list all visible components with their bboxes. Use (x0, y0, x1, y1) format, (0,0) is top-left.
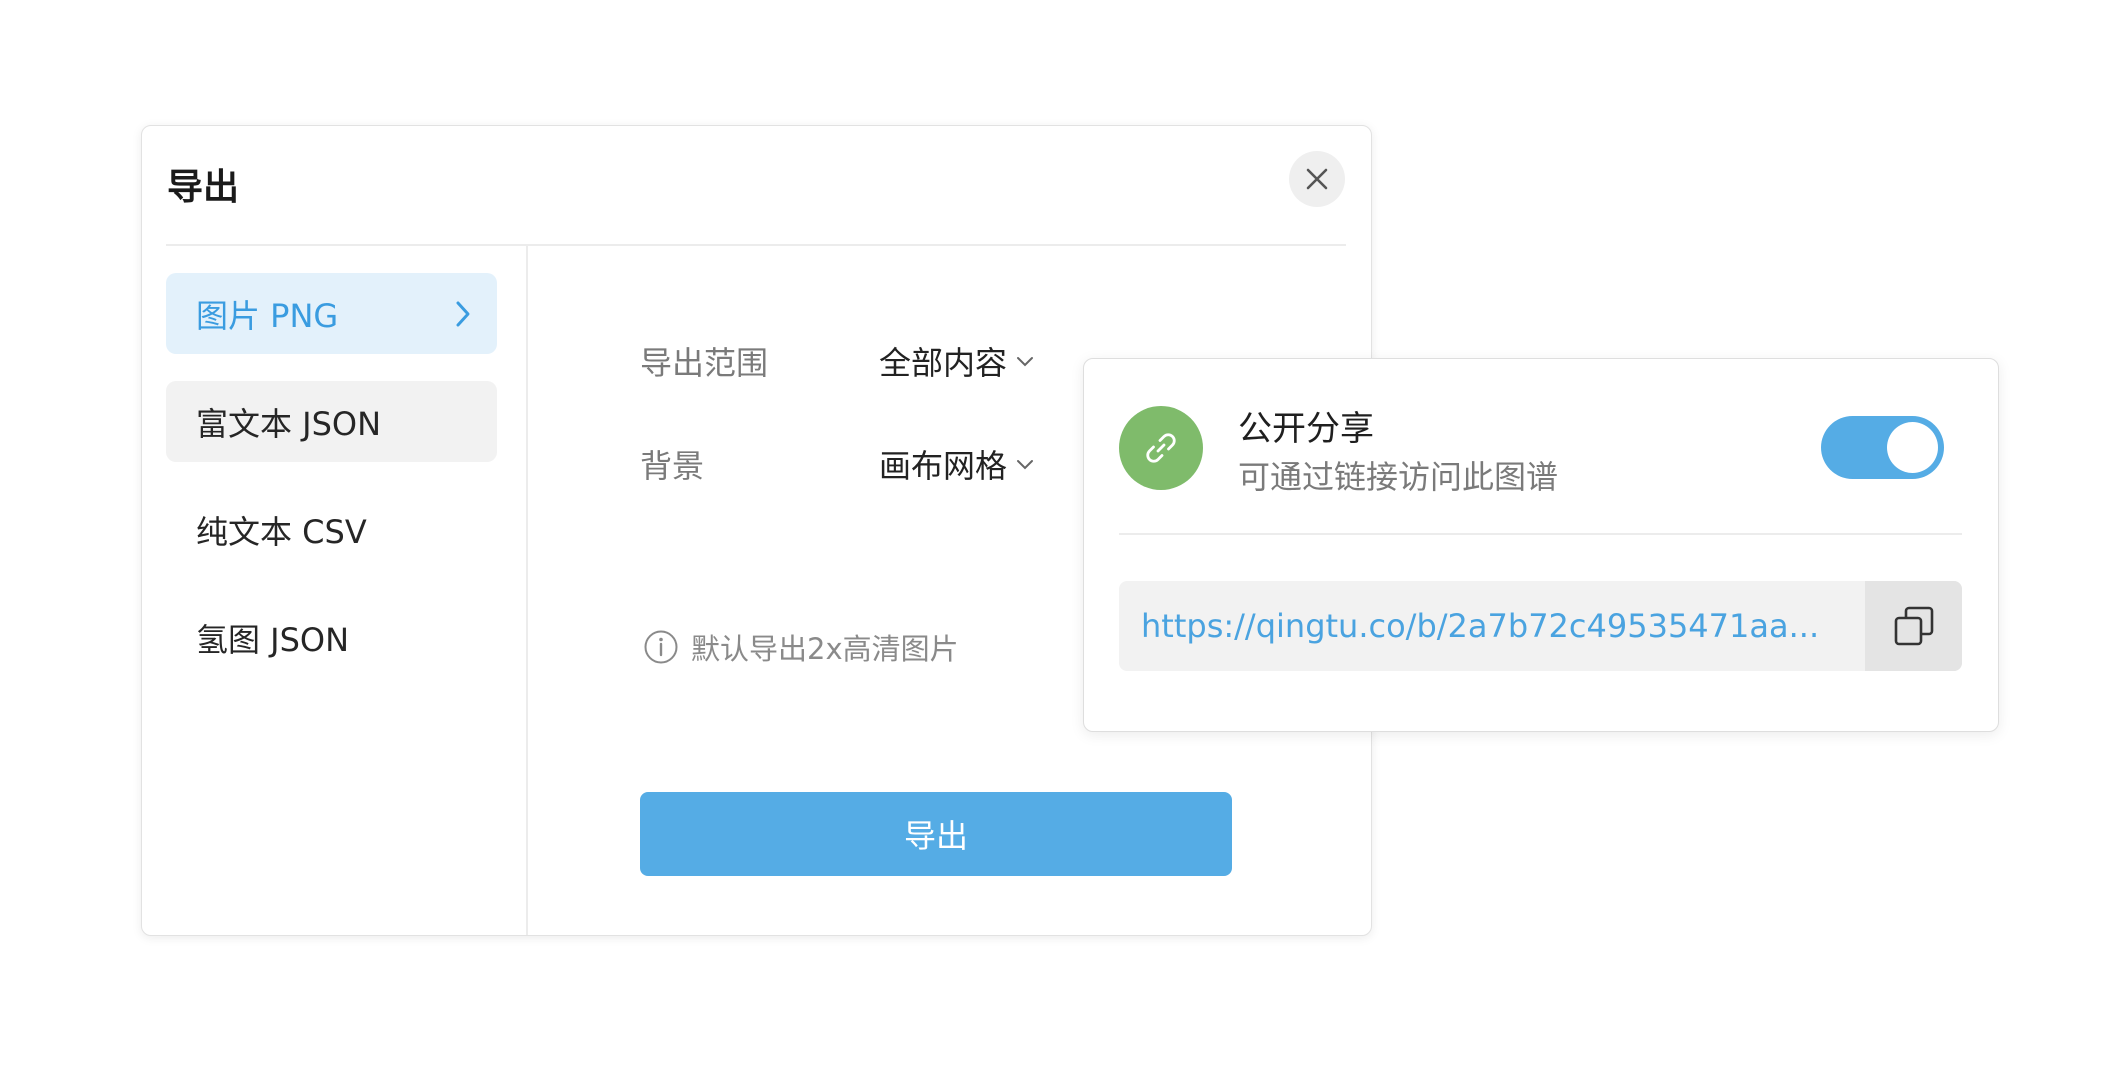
header-divider (166, 244, 1346, 246)
format-item-rich-json[interactable]: 富文本 JSON (166, 381, 497, 462)
public-share-toggle[interactable] (1821, 416, 1944, 479)
share-description: 可通过链接访问此图谱 (1238, 458, 1559, 496)
link-icon (1146, 433, 1176, 463)
export-button[interactable]: 导出 (640, 792, 1232, 876)
stage: 导出 图片 PNG 富文本 JSON 纯文本 CSV 氢图 JSON 导出范围 … (0, 0, 2101, 1084)
dialog-title: 导出 (167, 167, 240, 208)
format-item-label: 图片 PNG (196, 296, 339, 335)
share-divider (1119, 533, 1962, 535)
share-link-badge (1119, 406, 1203, 490)
sidebar-divider (526, 246, 528, 935)
format-item-label: 纯文本 CSV (196, 512, 367, 551)
format-item-label: 氢图 JSON (196, 620, 350, 659)
background-select[interactable]: 画布网格 (879, 441, 1035, 487)
close-icon (1306, 168, 1328, 190)
close-button[interactable] (1289, 151, 1345, 207)
hint: 默认导出2x高清图片 (643, 626, 959, 668)
chevron-down-icon (1017, 460, 1034, 470)
format-item-qingtu-json[interactable]: 氢图 JSON (166, 597, 497, 678)
share-panel: 公开分享 可通过链接访问此图谱 https://qingtu.co/b/2a7b… (1083, 358, 1999, 732)
toggle-knob (1887, 422, 1938, 473)
chevron-right-icon (456, 301, 470, 326)
range-value: 全部内容 (879, 344, 1008, 382)
format-item-csv[interactable]: 纯文本 CSV (166, 489, 497, 570)
share-title: 公开分享 (1238, 409, 1374, 449)
format-list: 图片 PNG 富文本 JSON 纯文本 CSV 氢图 JSON (166, 273, 497, 705)
share-link-field[interactable]: https://qingtu.co/b/2a7b72c49535471aa... (1141, 581, 1831, 671)
copy-link-button[interactable] (1865, 581, 1962, 671)
hint-text: 默认导出2x高清图片 (691, 632, 959, 666)
format-item-png[interactable]: 图片 PNG (166, 273, 497, 354)
format-item-label: 富文本 JSON (196, 404, 382, 443)
range-select[interactable]: 全部内容 (879, 338, 1035, 384)
share-link-box: https://qingtu.co/b/2a7b72c49535471aa... (1119, 581, 1962, 671)
info-icon (644, 630, 678, 664)
chevron-down-icon (1017, 357, 1034, 367)
background-value: 画布网格 (879, 447, 1008, 485)
background-label: 背景 (640, 447, 705, 485)
range-label: 导出范围 (640, 344, 769, 382)
copy-icon (1894, 606, 1933, 646)
